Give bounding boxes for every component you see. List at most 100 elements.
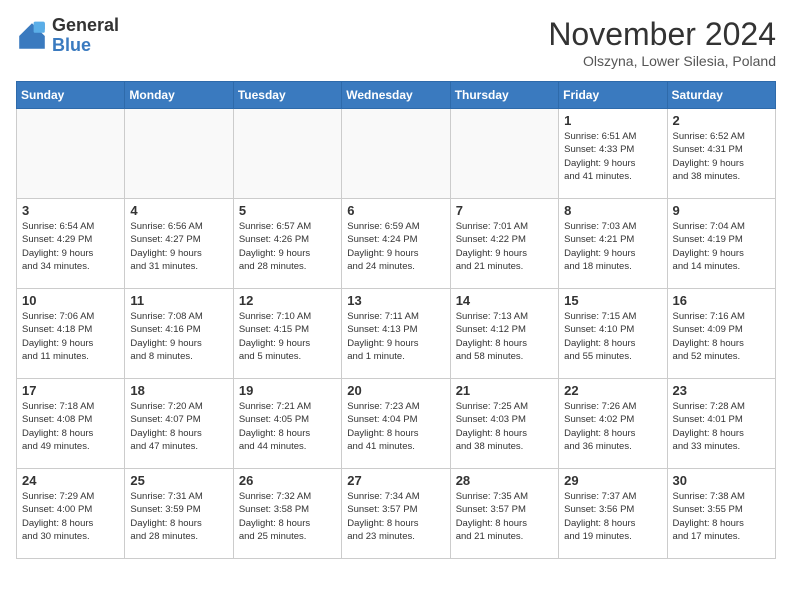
day-number: 4 (130, 203, 227, 218)
day-number: 9 (673, 203, 770, 218)
day-info: Sunrise: 7:15 AM Sunset: 4:10 PM Dayligh… (564, 310, 661, 363)
title-block: November 2024 Olszyna, Lower Silesia, Po… (548, 16, 776, 69)
calendar-cell: 20 Sunrise: 7:23 AM Sunset: 4:04 PM Dayli… (342, 379, 450, 469)
day-number: 29 (564, 473, 661, 488)
day-info: Sunrise: 6:51 AM Sunset: 4:33 PM Dayligh… (564, 130, 661, 183)
day-number: 2 (673, 113, 770, 128)
day-info: Sunrise: 7:13 AM Sunset: 4:12 PM Dayligh… (456, 310, 553, 363)
day-info: Sunrise: 6:59 AM Sunset: 4:24 PM Dayligh… (347, 220, 444, 273)
day-number: 22 (564, 383, 661, 398)
calendar-cell: 18Sunrise: 7:20 AM Sunset: 4:07 PM Dayli… (125, 379, 233, 469)
calendar-body: 1Sunrise: 6:51 AM Sunset: 4:33 PM Daylig… (17, 109, 776, 559)
day-number: 27 (347, 473, 444, 488)
logo-icon (16, 20, 48, 52)
calendar-cell: 27 Sunrise: 7:34 AM Sunset: 3:57 PM Dayli… (342, 469, 450, 559)
weekday-header-monday: Monday (125, 82, 233, 109)
day-info: Sunrise: 7:11 AM Sunset: 4:13 PM Dayligh… (347, 310, 444, 363)
page-header: General Blue November 2024 Olszyna, Lowe… (16, 16, 776, 69)
calendar-cell: 28 Sunrise: 7:35 AM Sunset: 3:57 PM Dayli… (450, 469, 558, 559)
day-number: 11 (130, 293, 227, 308)
day-number: 10 (22, 293, 119, 308)
calendar-cell: 4 Sunrise: 6:56 AM Sunset: 4:27 PM Daylig… (125, 199, 233, 289)
day-info: Sunrise: 7:20 AM Sunset: 4:07 PM Dayligh… (130, 400, 227, 453)
calendar-cell: 5 Sunrise: 6:57 AM Sunset: 4:26 PM Daylig… (233, 199, 341, 289)
calendar-week-4: 17 Sunrise: 7:18 AM Sunset: 4:08 PM Dayli… (17, 379, 776, 469)
day-number: 13 (347, 293, 444, 308)
day-info: Sunrise: 7:26 AM Sunset: 4:02 PM Dayligh… (564, 400, 661, 453)
day-number: 12 (239, 293, 336, 308)
day-info: Sunrise: 7:01 AM Sunset: 4:22 PM Dayligh… (456, 220, 553, 273)
weekday-header-thursday: Thursday (450, 82, 558, 109)
day-number: 5 (239, 203, 336, 218)
month-title: November 2024 (548, 16, 776, 53)
day-info: Sunrise: 7:32 AM Sunset: 3:58 PM Dayligh… (239, 490, 336, 543)
day-number: 3 (22, 203, 119, 218)
logo: General Blue (16, 16, 119, 56)
calendar-cell (125, 109, 233, 199)
weekday-header-friday: Friday (559, 82, 667, 109)
day-info: Sunrise: 6:54 AM Sunset: 4:29 PM Dayligh… (22, 220, 119, 273)
weekday-header-wednesday: Wednesday (342, 82, 450, 109)
calendar-cell: 21 Sunrise: 7:25 AM Sunset: 4:03 PM Dayli… (450, 379, 558, 469)
day-number: 24 (22, 473, 119, 488)
day-info: Sunrise: 7:37 AM Sunset: 3:56 PM Dayligh… (564, 490, 661, 543)
day-info: Sunrise: 6:57 AM Sunset: 4:26 PM Dayligh… (239, 220, 336, 273)
calendar-cell: 10 Sunrise: 7:06 AM Sunset: 4:18 PM Dayli… (17, 289, 125, 379)
day-info: Sunrise: 7:23 AM Sunset: 4:04 PM Dayligh… (347, 400, 444, 453)
weekday-header-tuesday: Tuesday (233, 82, 341, 109)
calendar-cell: 16 Sunrise: 7:16 AM Sunset: 4:09 PM Dayli… (667, 289, 775, 379)
logo-blue-text: Blue (52, 35, 91, 55)
calendar-cell: 22 Sunrise: 7:26 AM Sunset: 4:02 PM Dayli… (559, 379, 667, 469)
day-number: 8 (564, 203, 661, 218)
day-number: 16 (673, 293, 770, 308)
weekday-row: SundayMondayTuesdayWednesdayThursdayFrid… (17, 82, 776, 109)
day-info: Sunrise: 6:52 AM Sunset: 4:31 PM Dayligh… (673, 130, 770, 183)
day-info: Sunrise: 7:08 AM Sunset: 4:16 PM Dayligh… (130, 310, 227, 363)
day-info: Sunrise: 7:35 AM Sunset: 3:57 PM Dayligh… (456, 490, 553, 543)
day-info: Sunrise: 7:28 AM Sunset: 4:01 PM Dayligh… (673, 400, 770, 453)
day-info: Sunrise: 7:25 AM Sunset: 4:03 PM Dayligh… (456, 400, 553, 453)
calendar-week-1: 1Sunrise: 6:51 AM Sunset: 4:33 PM Daylig… (17, 109, 776, 199)
day-number: 6 (347, 203, 444, 218)
day-info: Sunrise: 7:18 AM Sunset: 4:08 PM Dayligh… (22, 400, 119, 453)
day-info: Sunrise: 7:31 AM Sunset: 3:59 PM Dayligh… (130, 490, 227, 543)
calendar-week-5: 24 Sunrise: 7:29 AM Sunset: 4:00 PM Dayli… (17, 469, 776, 559)
day-number: 7 (456, 203, 553, 218)
day-number: 28 (456, 473, 553, 488)
calendar-cell: 29 Sunrise: 7:37 AM Sunset: 3:56 PM Dayli… (559, 469, 667, 559)
day-number: 23 (673, 383, 770, 398)
calendar-week-3: 10 Sunrise: 7:06 AM Sunset: 4:18 PM Dayli… (17, 289, 776, 379)
calendar-cell: 14 Sunrise: 7:13 AM Sunset: 4:12 PM Dayli… (450, 289, 558, 379)
calendar-cell: 24 Sunrise: 7:29 AM Sunset: 4:00 PM Dayli… (17, 469, 125, 559)
day-info: Sunrise: 6:56 AM Sunset: 4:27 PM Dayligh… (130, 220, 227, 273)
calendar-cell (342, 109, 450, 199)
calendar-cell: 8 Sunrise: 7:03 AM Sunset: 4:21 PM Daylig… (559, 199, 667, 289)
day-number: 20 (347, 383, 444, 398)
calendar-cell: 13 Sunrise: 7:11 AM Sunset: 4:13 PM Dayli… (342, 289, 450, 379)
day-number: 19 (239, 383, 336, 398)
day-number: 17 (22, 383, 119, 398)
calendar-cell: 7 Sunrise: 7:01 AM Sunset: 4:22 PM Daylig… (450, 199, 558, 289)
day-info: Sunrise: 7:34 AM Sunset: 3:57 PM Dayligh… (347, 490, 444, 543)
calendar-cell: 11 Sunrise: 7:08 AM Sunset: 4:16 PM Dayli… (125, 289, 233, 379)
day-info: Sunrise: 7:38 AM Sunset: 3:55 PM Dayligh… (673, 490, 770, 543)
day-number: 14 (456, 293, 553, 308)
day-info: Sunrise: 7:06 AM Sunset: 4:18 PM Dayligh… (22, 310, 119, 363)
calendar-cell: 17 Sunrise: 7:18 AM Sunset: 4:08 PM Dayli… (17, 379, 125, 469)
weekday-header-sunday: Sunday (17, 82, 125, 109)
day-info: Sunrise: 7:04 AM Sunset: 4:19 PM Dayligh… (673, 220, 770, 273)
calendar-header: SundayMondayTuesdayWednesdayThursdayFrid… (17, 82, 776, 109)
day-info: Sunrise: 7:21 AM Sunset: 4:05 PM Dayligh… (239, 400, 336, 453)
logo-general-text: General (52, 15, 119, 35)
day-info: Sunrise: 7:03 AM Sunset: 4:21 PM Dayligh… (564, 220, 661, 273)
calendar-cell: 9 Sunrise: 7:04 AM Sunset: 4:19 PM Daylig… (667, 199, 775, 289)
day-info: Sunrise: 7:29 AM Sunset: 4:00 PM Dayligh… (22, 490, 119, 543)
day-info: Sunrise: 7:16 AM Sunset: 4:09 PM Dayligh… (673, 310, 770, 363)
day-number: 30 (673, 473, 770, 488)
calendar-cell: 26Sunrise: 7:32 AM Sunset: 3:58 PM Dayli… (233, 469, 341, 559)
calendar-cell: 23 Sunrise: 7:28 AM Sunset: 4:01 PM Dayli… (667, 379, 775, 469)
day-number: 21 (456, 383, 553, 398)
day-number: 25 (130, 473, 227, 488)
calendar-cell: 6 Sunrise: 6:59 AM Sunset: 4:24 PM Daylig… (342, 199, 450, 289)
weekday-header-saturday: Saturday (667, 82, 775, 109)
